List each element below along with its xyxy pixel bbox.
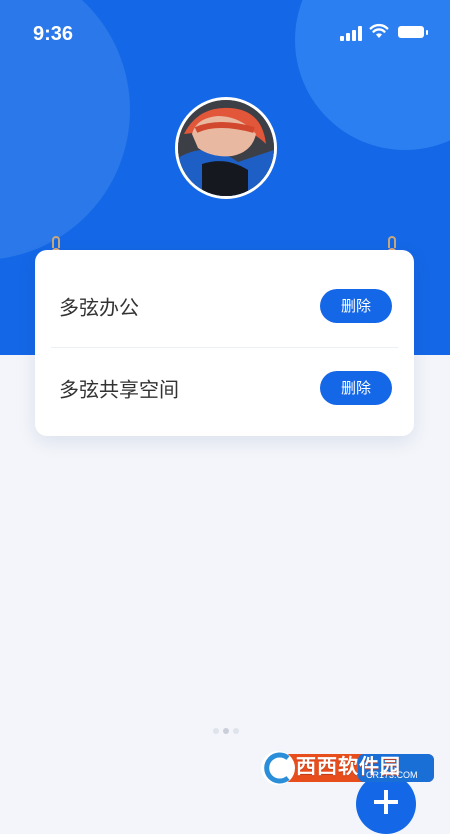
workspace-name: 多弦共享空间 — [59, 377, 179, 402]
watermark-logo: 西西软件园 CR173.COM — [258, 748, 438, 788]
status-time: 9:36 — [33, 23, 74, 45]
cellular-signal-icon — [340, 25, 362, 41]
page-indicator — [213, 728, 243, 736]
user-avatar[interactable] — [175, 97, 277, 199]
workspace-list-card: 多弦办公 删除 多弦共享空间 删除 — [35, 250, 414, 436]
wifi-icon — [369, 23, 389, 38]
list-item[interactable]: 多弦办公 删除 — [35, 266, 414, 346]
delete-button[interactable]: 删除 — [320, 289, 392, 323]
page-dot — [233, 728, 239, 734]
watermark-url: CR173.COM — [366, 770, 418, 780]
delete-button[interactable]: 删除 — [320, 371, 392, 405]
status-bar: 9:36 — [0, 0, 450, 70]
battery-icon — [398, 26, 428, 38]
page-dot — [213, 728, 219, 734]
page-dot-active — [223, 728, 229, 734]
list-item[interactable]: 多弦共享空间 删除 — [35, 348, 414, 428]
workspace-name: 多弦办公 — [59, 295, 139, 320]
